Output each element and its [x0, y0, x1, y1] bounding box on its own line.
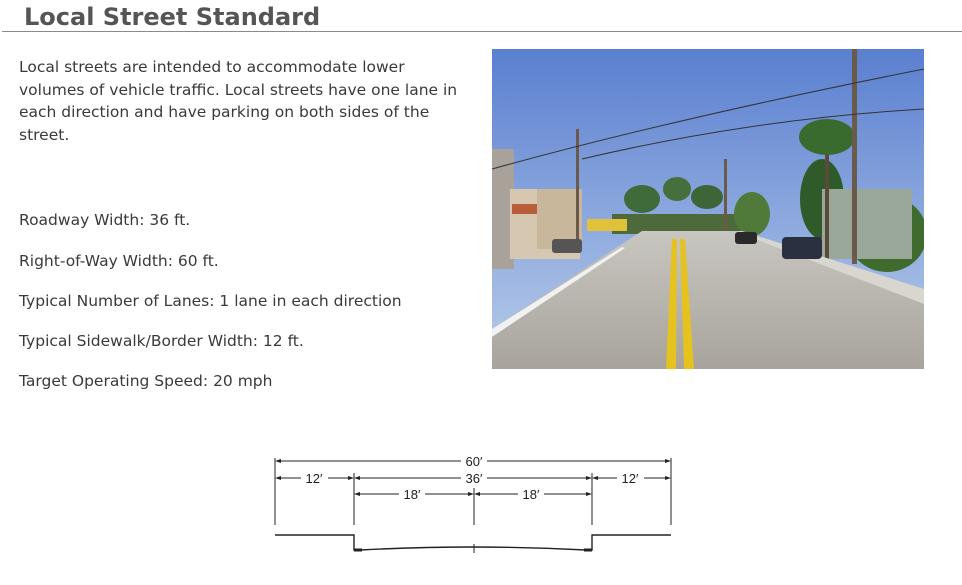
dimension-right-of-way: 60′	[466, 454, 483, 469]
spec-label: Typical Number of Lanes:	[19, 292, 215, 310]
dimension-lane-right: 18′	[523, 487, 540, 502]
spec-right-of-way-width: Right-of-Way Width: 60 ft.	[19, 252, 219, 270]
spec-sidewalk-width: Typical Sidewalk/Border Width: 12 ft.	[19, 332, 304, 350]
dimension-roadway: 36′	[466, 471, 483, 486]
dimension-lane-left: 18′	[404, 487, 421, 502]
street-profile	[275, 534, 671, 553]
spec-label: Roadway Width:	[19, 211, 145, 229]
spec-value: 12 ft.	[262, 332, 304, 350]
spec-value: 36 ft.	[149, 211, 191, 229]
street-photo-illustration	[492, 49, 924, 369]
spec-value: 60 ft.	[177, 252, 219, 270]
spec-number-of-lanes: Typical Number of Lanes: 1 lane in each …	[19, 292, 402, 310]
street-photo	[492, 49, 924, 369]
dimension-sidewalk-right: 12′	[622, 471, 639, 486]
intro-paragraph: Local streets are intended to accommodat…	[19, 58, 458, 144]
cross-section-diagram: 60′ 36′ 12′ 12′ 18′ 18′	[274, 454, 672, 553]
spec-value: 1 lane in each direction	[219, 292, 402, 310]
spec-label: Typical Sidewalk/Border Width:	[19, 332, 258, 350]
spec-label: Right-of-Way Width:	[19, 252, 173, 270]
spec-value: 20 mph	[213, 372, 273, 390]
spec-operating-speed: Target Operating Speed: 20 mph	[19, 372, 272, 390]
spec-roadway-width: Roadway Width: 36 ft.	[19, 211, 190, 229]
title-rule	[2, 31, 962, 32]
page-title: Local Street Standard	[24, 3, 321, 31]
dimension-sidewalk-left: 12′	[306, 471, 323, 486]
spec-label: Target Operating Speed:	[19, 372, 209, 390]
